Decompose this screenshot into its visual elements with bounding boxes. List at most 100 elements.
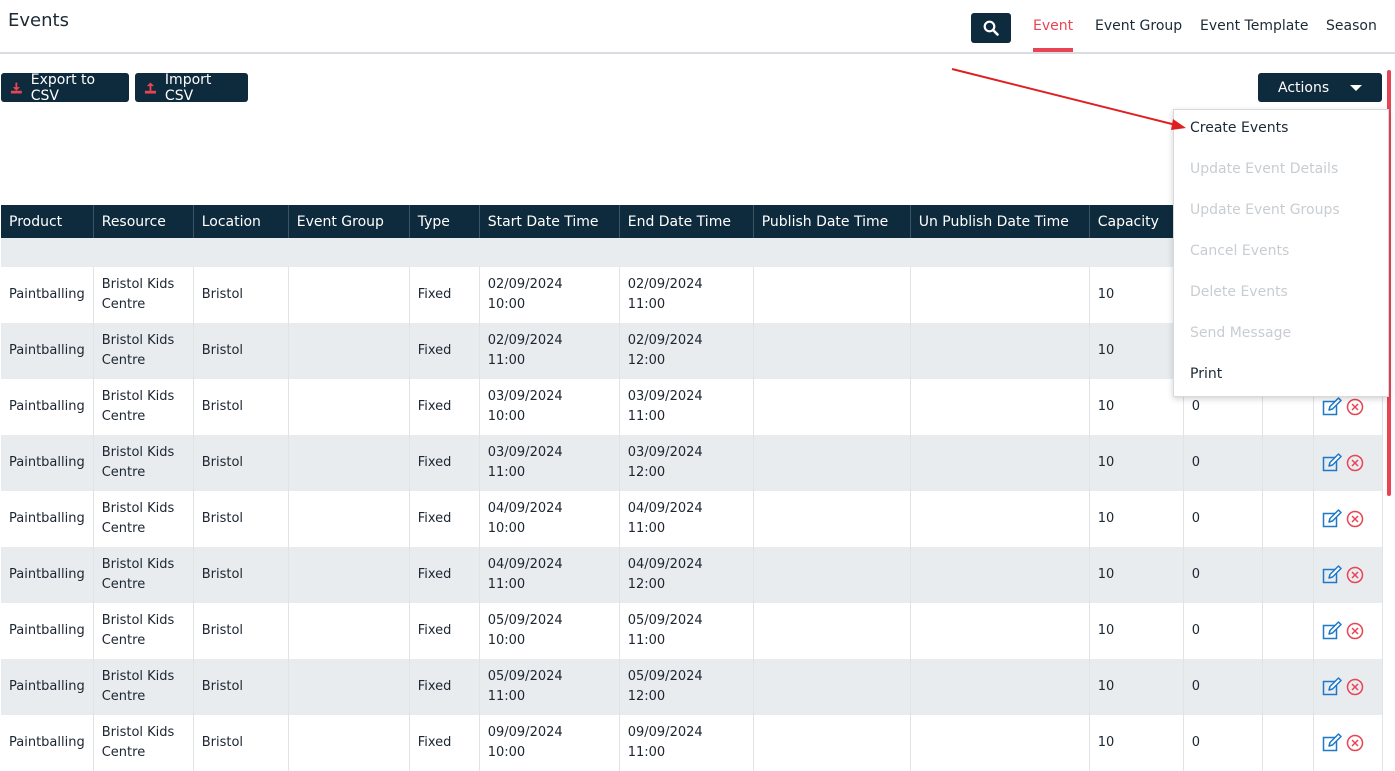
cell-product: Paintballing: [1, 267, 94, 323]
cell-type: Fixed: [409, 379, 480, 435]
cell-text-start-time: 10:00: [487, 297, 526, 312]
cell-booked: 0: [1183, 603, 1263, 659]
cell-text-resource: Bristol Kids Centre: [101, 725, 175, 760]
menu-item-cancel-events[interactable]: Cancel Events: [1190, 243, 1289, 259]
cell-text-location: Bristol: [201, 511, 244, 526]
tab-event-template[interactable]: Event Template: [1200, 18, 1308, 34]
cell-unpublish-date-time: [910, 267, 1090, 323]
cell-text-resource: Bristol Kids Centre: [101, 389, 175, 424]
cell-text-product: Paintballing: [9, 623, 85, 638]
column-header-location[interactable]: Location: [193, 205, 289, 238]
cell-product: Paintballing: [1, 491, 94, 547]
cell-type: Fixed: [409, 491, 480, 547]
tab-season[interactable]: Season: [1326, 18, 1377, 34]
cell-capacity: 10: [1089, 715, 1184, 771]
edit-icon[interactable]: [1322, 733, 1343, 753]
cell-row-actions: [1313, 435, 1383, 491]
cell-text-start-time: 10:00: [487, 521, 526, 536]
cell-extra: [1262, 435, 1314, 491]
menu-item-print[interactable]: Print: [1190, 366, 1222, 382]
import-csv-button[interactable]: Import CSV: [135, 72, 248, 104]
cell-product: Paintballing: [1, 603, 94, 659]
cell-resource: Bristol Kids Centre: [93, 715, 194, 771]
cell-product: Paintballing: [1, 547, 94, 603]
cell-capacity: 10: [1089, 603, 1184, 659]
cell-text-capacity: 10: [1097, 735, 1115, 750]
cell-text-resource: Bristol Kids Centre: [101, 445, 175, 480]
cell-text-start-date: 03/09/2024: [487, 389, 563, 404]
cell-product: Paintballing: [1, 715, 94, 771]
column-header-capacity[interactable]: Capacity: [1089, 205, 1184, 238]
cell-text-end-date: 05/09/2024: [627, 613, 703, 628]
cancel-circle-icon[interactable]: [1346, 398, 1364, 416]
cell-capacity: 10: [1089, 547, 1184, 603]
table-row[interactable]: Paintballing Bristol Kids Centre Bristol…: [1, 491, 1383, 547]
column-header-start-date-time[interactable]: Start Date Time: [479, 205, 620, 238]
cancel-circle-icon[interactable]: [1346, 622, 1364, 640]
cell-start-date-time: 04/09/2024 11:00: [479, 547, 620, 603]
cancel-circle-icon[interactable]: [1346, 454, 1364, 472]
cell-type: Fixed: [409, 435, 480, 491]
edit-icon[interactable]: [1322, 453, 1343, 473]
edit-icon[interactable]: [1322, 621, 1343, 641]
column-header-publish-date-time[interactable]: Publish Date Time: [753, 205, 911, 238]
cell-unpublish-date-time: [910, 379, 1090, 435]
cell-text-type: Fixed: [417, 399, 452, 414]
cell-publish-date-time: [753, 491, 911, 547]
cell-text-end-time: 11:00: [627, 297, 666, 312]
cell-text-end-date: 03/09/2024: [627, 445, 703, 460]
export-csv-button[interactable]: Export to CSV: [1, 72, 129, 104]
column-header-end-date-time[interactable]: End Date Time: [619, 205, 754, 238]
cell-text-location: Bristol: [201, 679, 244, 694]
column-header-type[interactable]: Type: [409, 205, 480, 238]
table-row[interactable]: Paintballing Bristol Kids Centre Bristol…: [1, 715, 1383, 771]
tab-event[interactable]: Event: [1033, 18, 1074, 52]
cell-text-capacity: 10: [1097, 455, 1115, 470]
cell-start-date-time: 03/09/2024 10:00: [479, 379, 620, 435]
menu-item-update-event-details[interactable]: Update Event Details: [1190, 161, 1338, 177]
actions-button[interactable]: Actions: [1258, 73, 1382, 102]
cell-text-booked: 0: [1191, 511, 1200, 526]
column-header-event-group[interactable]: Event Group: [288, 205, 410, 238]
cancel-circle-icon[interactable]: [1346, 510, 1364, 528]
edit-icon[interactable]: [1322, 509, 1343, 529]
cancel-circle-icon[interactable]: [1346, 566, 1364, 584]
search-icon: [983, 20, 999, 36]
cell-product: Paintballing: [1, 379, 94, 435]
cell-resource: Bristol Kids Centre: [93, 267, 194, 323]
menu-item-create-events[interactable]: Create Events: [1190, 120, 1288, 136]
search-button[interactable]: [971, 13, 1011, 43]
cell-text-end-time: 12:00: [627, 577, 666, 592]
cell-location: Bristol: [193, 603, 289, 659]
cell-text-start-time: 10:00: [487, 409, 526, 424]
cell-resource: Bristol Kids Centre: [93, 603, 194, 659]
edit-icon[interactable]: [1322, 565, 1343, 585]
column-header-unpublish-date-time[interactable]: Un Publish Date Time: [910, 205, 1090, 238]
table-row[interactable]: Paintballing Bristol Kids Centre Bristol…: [1, 659, 1383, 715]
cell-text-start-time: 11:00: [487, 577, 526, 592]
cell-text-booked: 0: [1191, 735, 1200, 750]
cell-row-actions: [1313, 659, 1383, 715]
cell-text-start-time: 11:00: [487, 465, 526, 480]
cancel-circle-icon[interactable]: [1346, 734, 1364, 752]
edit-icon[interactable]: [1322, 397, 1343, 417]
menu-item-send-message[interactable]: Send Message: [1190, 325, 1291, 341]
cancel-circle-icon[interactable]: [1346, 678, 1364, 696]
cell-text-resource: Bristol Kids Centre: [101, 669, 175, 704]
table-row[interactable]: Paintballing Bristol Kids Centre Bristol…: [1, 435, 1383, 491]
cell-text-end-time: 11:00: [627, 633, 666, 648]
cell-text-product: Paintballing: [9, 735, 85, 750]
tab-event-group[interactable]: Event Group: [1095, 18, 1182, 34]
cell-booked: 0: [1183, 547, 1263, 603]
cell-text-type: Fixed: [417, 679, 452, 694]
table-row[interactable]: Paintballing Bristol Kids Centre Bristol…: [1, 603, 1383, 659]
table-row[interactable]: Paintballing Bristol Kids Centre Bristol…: [1, 547, 1383, 603]
column-header-product[interactable]: Product: [1, 205, 94, 238]
cell-product: Paintballing: [1, 659, 94, 715]
menu-item-update-event-groups[interactable]: Update Event Groups: [1190, 202, 1340, 218]
cell-text-start-date: 02/09/2024: [487, 277, 563, 292]
edit-icon[interactable]: [1322, 677, 1343, 697]
menu-item-delete-events[interactable]: Delete Events: [1190, 284, 1288, 300]
column-header-resource[interactable]: Resource: [93, 205, 194, 238]
cell-end-date-time: 05/09/2024 11:00: [619, 603, 754, 659]
